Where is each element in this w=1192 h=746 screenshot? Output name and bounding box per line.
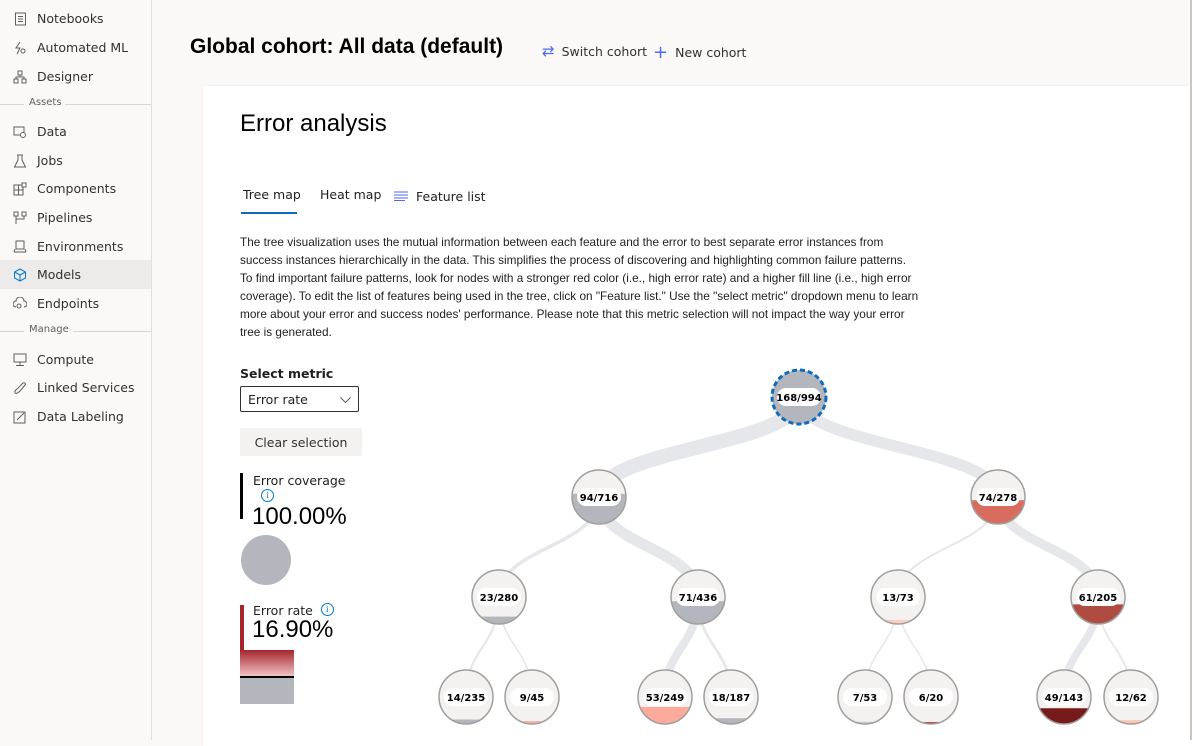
node-label: 53/249: [646, 693, 684, 704]
tree-node[interactable]: 9/45: [504, 669, 560, 725]
tree-node[interactable]: 6/20: [903, 669, 959, 725]
node-label: 13/73: [882, 593, 914, 604]
node-label: 168/994: [776, 393, 821, 404]
node-label: 61/205: [1079, 593, 1117, 604]
tree-node[interactable]: 53/249: [637, 669, 693, 725]
node-label: 94/716: [580, 493, 618, 504]
node-error-fill: [1071, 604, 1125, 624]
tree-node[interactable]: 13/73: [870, 569, 926, 625]
tree-link: [793, 395, 1004, 499]
tree-node[interactable]: 14/235: [438, 669, 494, 725]
node-label: 74/278: [979, 493, 1017, 504]
tree-node[interactable]: 12/62: [1103, 669, 1159, 725]
tree-node[interactable]: 94/716: [571, 469, 627, 525]
node-label: 71/436: [679, 593, 717, 604]
node-error-fill: [472, 616, 526, 624]
tree-node[interactable]: 49/143: [1036, 669, 1092, 725]
node-error-fill: [704, 718, 758, 724]
node-label: 23/280: [480, 593, 518, 604]
node-label: 14/235: [447, 693, 485, 704]
tree-node[interactable]: 74/278: [970, 469, 1026, 525]
node-label: 18/187: [712, 693, 750, 704]
node-label: 7/53: [853, 693, 878, 704]
node-label: 6/20: [919, 693, 944, 704]
error-tree: 168/994 94/716 74/278 23/280 71/436 13/73 61/2…: [438, 368, 1159, 725]
tree-node[interactable]: 61/205: [1070, 569, 1126, 625]
node-label: 12/62: [1115, 693, 1147, 704]
tree-link: [591, 395, 807, 499]
tree-node[interactable]: 7/53: [837, 669, 893, 725]
node-label: 9/45: [520, 693, 545, 704]
tree-node[interactable]: 71/436: [670, 569, 726, 625]
tree-node[interactable]: 18/187: [703, 669, 759, 725]
tree-node[interactable]: 23/280: [471, 569, 527, 625]
tree-node[interactable]: 168/994: [770, 368, 828, 426]
node-label: 49/143: [1045, 693, 1083, 704]
